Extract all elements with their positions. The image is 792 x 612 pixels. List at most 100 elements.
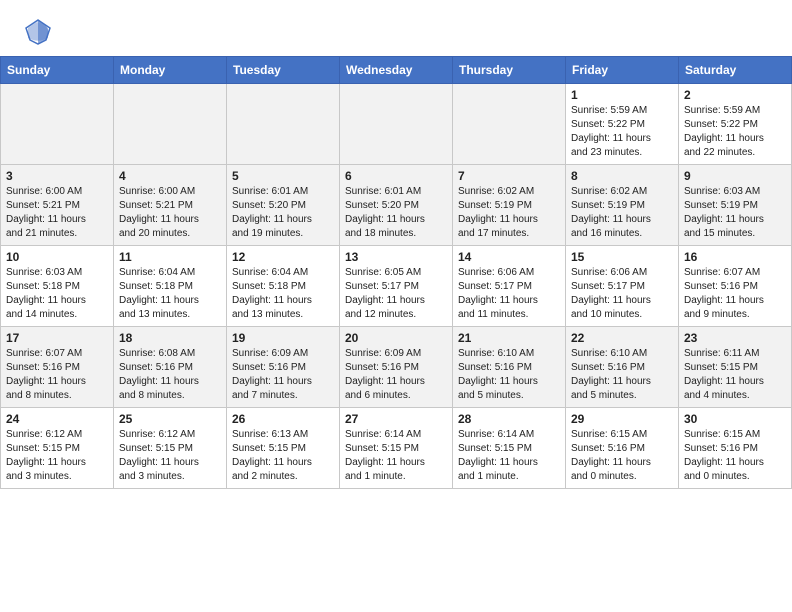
day-number: 21	[458, 331, 560, 345]
calendar-cell	[340, 84, 453, 165]
calendar-cell	[1, 84, 114, 165]
day-number: 18	[119, 331, 221, 345]
day-number: 16	[684, 250, 786, 264]
calendar-cell: 23Sunrise: 6:11 AM Sunset: 5:15 PM Dayli…	[679, 327, 792, 408]
calendar-cell: 24Sunrise: 6:12 AM Sunset: 5:15 PM Dayli…	[1, 408, 114, 489]
calendar-cell: 3 Sunrise: 6:00 AM Sunset: 5:21 PM Daylig…	[1, 165, 114, 246]
day-info: Sunrise: 6:13 AM Sunset: 5:15 PM Dayligh…	[232, 428, 334, 484]
weekday-header-friday: Friday	[566, 57, 679, 84]
day-info: Sunrise: 6:12 AM Sunset: 5:15 PM Dayligh…	[119, 428, 221, 484]
calendar-cell: 17 Sunrise: 6:07 AM Sunset: 5:16 PM Dayli…	[1, 327, 114, 408]
calendar-cell: 26 Sunrise: 6:13 AM Sunset: 5:15 PM Dayli…	[227, 408, 340, 489]
day-info: Sunrise: 6:04 AM Sunset: 5:18 PM Dayligh…	[232, 266, 334, 322]
day-number: 13	[345, 250, 447, 264]
day-number: 26	[232, 412, 334, 426]
weekday-header-saturday: Saturday	[679, 57, 792, 84]
weekday-header-tuesday: Tuesday	[227, 57, 340, 84]
calendar-cell: 27 Sunrise: 6:14 AM Sunset: 5:15 PM Dayli…	[340, 408, 453, 489]
day-info: Sunrise: 6:09 AM Sunset: 5:16 PM Dayligh…	[232, 347, 334, 403]
day-number: 20	[345, 331, 447, 345]
calendar-week-4: 24Sunrise: 6:12 AM Sunset: 5:15 PM Dayli…	[1, 408, 792, 489]
day-info: Sunrise: 6:09 AM Sunset: 5:16 PM Dayligh…	[345, 347, 447, 403]
calendar-cell: 15 Sunrise: 6:06 AM Sunset: 5:17 PM Dayli…	[566, 246, 679, 327]
day-number: 11	[119, 250, 221, 264]
calendar-cell: 14 Sunrise: 6:06 AM Sunset: 5:17 PM Dayli…	[453, 246, 566, 327]
day-number: 8	[571, 169, 673, 183]
calendar-cell	[227, 84, 340, 165]
calendar-cell: 28 Sunrise: 6:14 AM Sunset: 5:15 PM Dayli…	[453, 408, 566, 489]
calendar-cell: 5 Sunrise: 6:01 AM Sunset: 5:20 PM Daylig…	[227, 165, 340, 246]
calendar-cell: 18 Sunrise: 6:08 AM Sunset: 5:16 PM Dayli…	[114, 327, 227, 408]
calendar-cell: 7 Sunrise: 6:02 AM Sunset: 5:19 PM Daylig…	[453, 165, 566, 246]
day-number: 10	[6, 250, 108, 264]
calendar-week-0: 1 Sunrise: 5:59 AM Sunset: 5:22 PM Daylig…	[1, 84, 792, 165]
day-number: 15	[571, 250, 673, 264]
day-info: Sunrise: 6:06 AM Sunset: 5:17 PM Dayligh…	[571, 266, 673, 322]
calendar-cell	[453, 84, 566, 165]
calendar-cell	[114, 84, 227, 165]
weekday-header-thursday: Thursday	[453, 57, 566, 84]
day-number: 14	[458, 250, 560, 264]
day-number: 2	[684, 88, 786, 102]
day-number: 25	[119, 412, 221, 426]
day-number: 3	[6, 169, 108, 183]
calendar-table: SundayMondayTuesdayWednesdayThursdayFrid…	[0, 56, 792, 489]
calendar-cell: 20 Sunrise: 6:09 AM Sunset: 5:16 PM Dayli…	[340, 327, 453, 408]
calendar-cell: 22Sunrise: 6:10 AM Sunset: 5:16 PM Dayli…	[566, 327, 679, 408]
day-info: Sunrise: 6:08 AM Sunset: 5:16 PM Dayligh…	[119, 347, 221, 403]
weekday-header-sunday: Sunday	[1, 57, 114, 84]
calendar-cell: 21 Sunrise: 6:10 AM Sunset: 5:16 PM Dayli…	[453, 327, 566, 408]
calendar-cell: 29 Sunrise: 6:15 AM Sunset: 5:16 PM Dayli…	[566, 408, 679, 489]
calendar-cell: 8 Sunrise: 6:02 AM Sunset: 5:19 PM Daylig…	[566, 165, 679, 246]
calendar-cell: 13 Sunrise: 6:05 AM Sunset: 5:17 PM Dayli…	[340, 246, 453, 327]
day-info: Sunrise: 6:03 AM Sunset: 5:19 PM Dayligh…	[684, 185, 786, 241]
logo	[24, 18, 56, 46]
day-info: Sunrise: 6:11 AM Sunset: 5:15 PM Dayligh…	[684, 347, 786, 403]
day-info: Sunrise: 6:04 AM Sunset: 5:18 PM Dayligh…	[119, 266, 221, 322]
day-info: Sunrise: 6:02 AM Sunset: 5:19 PM Dayligh…	[571, 185, 673, 241]
day-number: 7	[458, 169, 560, 183]
day-number: 9	[684, 169, 786, 183]
day-info: Sunrise: 5:59 AM Sunset: 5:22 PM Dayligh…	[571, 104, 673, 160]
day-info: Sunrise: 6:03 AM Sunset: 5:18 PM Dayligh…	[6, 266, 108, 322]
day-number: 4	[119, 169, 221, 183]
calendar-cell: 9 Sunrise: 6:03 AM Sunset: 5:19 PM Daylig…	[679, 165, 792, 246]
day-info: Sunrise: 6:14 AM Sunset: 5:15 PM Dayligh…	[458, 428, 560, 484]
day-info: Sunrise: 6:15 AM Sunset: 5:16 PM Dayligh…	[684, 428, 786, 484]
page: SundayMondayTuesdayWednesdayThursdayFrid…	[0, 0, 792, 612]
day-number: 29	[571, 412, 673, 426]
day-info: Sunrise: 6:06 AM Sunset: 5:17 PM Dayligh…	[458, 266, 560, 322]
calendar-cell: 12 Sunrise: 6:04 AM Sunset: 5:18 PM Dayli…	[227, 246, 340, 327]
day-info: Sunrise: 6:02 AM Sunset: 5:19 PM Dayligh…	[458, 185, 560, 241]
day-info: Sunrise: 6:15 AM Sunset: 5:16 PM Dayligh…	[571, 428, 673, 484]
day-number: 28	[458, 412, 560, 426]
day-number: 12	[232, 250, 334, 264]
day-info: Sunrise: 6:07 AM Sunset: 5:16 PM Dayligh…	[6, 347, 108, 403]
day-info: Sunrise: 6:01 AM Sunset: 5:20 PM Dayligh…	[345, 185, 447, 241]
calendar-cell: 25 Sunrise: 6:12 AM Sunset: 5:15 PM Dayli…	[114, 408, 227, 489]
day-info: Sunrise: 6:10 AM Sunset: 5:16 PM Dayligh…	[458, 347, 560, 403]
day-number: 1	[571, 88, 673, 102]
day-info: Sunrise: 6:14 AM Sunset: 5:15 PM Dayligh…	[345, 428, 447, 484]
calendar-week-2: 10 Sunrise: 6:03 AM Sunset: 5:18 PM Dayli…	[1, 246, 792, 327]
calendar-cell: 4Sunrise: 6:00 AM Sunset: 5:21 PM Daylig…	[114, 165, 227, 246]
weekday-header-monday: Monday	[114, 57, 227, 84]
day-number: 17	[6, 331, 108, 345]
day-number: 30	[684, 412, 786, 426]
day-number: 27	[345, 412, 447, 426]
header	[0, 0, 792, 56]
day-info: Sunrise: 6:00 AM Sunset: 5:21 PM Dayligh…	[6, 185, 108, 241]
day-info: Sunrise: 6:05 AM Sunset: 5:17 PM Dayligh…	[345, 266, 447, 322]
calendar-cell: 16Sunrise: 6:07 AM Sunset: 5:16 PM Dayli…	[679, 246, 792, 327]
calendar-week-1: 3 Sunrise: 6:00 AM Sunset: 5:21 PM Daylig…	[1, 165, 792, 246]
calendar-cell: 10 Sunrise: 6:03 AM Sunset: 5:18 PM Dayli…	[1, 246, 114, 327]
day-number: 6	[345, 169, 447, 183]
calendar-week-3: 17 Sunrise: 6:07 AM Sunset: 5:16 PM Dayli…	[1, 327, 792, 408]
day-number: 5	[232, 169, 334, 183]
day-info: Sunrise: 6:01 AM Sunset: 5:20 PM Dayligh…	[232, 185, 334, 241]
day-info: Sunrise: 6:10 AM Sunset: 5:16 PM Dayligh…	[571, 347, 673, 403]
weekday-header-wednesday: Wednesday	[340, 57, 453, 84]
day-info: Sunrise: 5:59 AM Sunset: 5:22 PM Dayligh…	[684, 104, 786, 160]
logo-icon	[24, 18, 52, 46]
calendar-cell: 6 Sunrise: 6:01 AM Sunset: 5:20 PM Daylig…	[340, 165, 453, 246]
